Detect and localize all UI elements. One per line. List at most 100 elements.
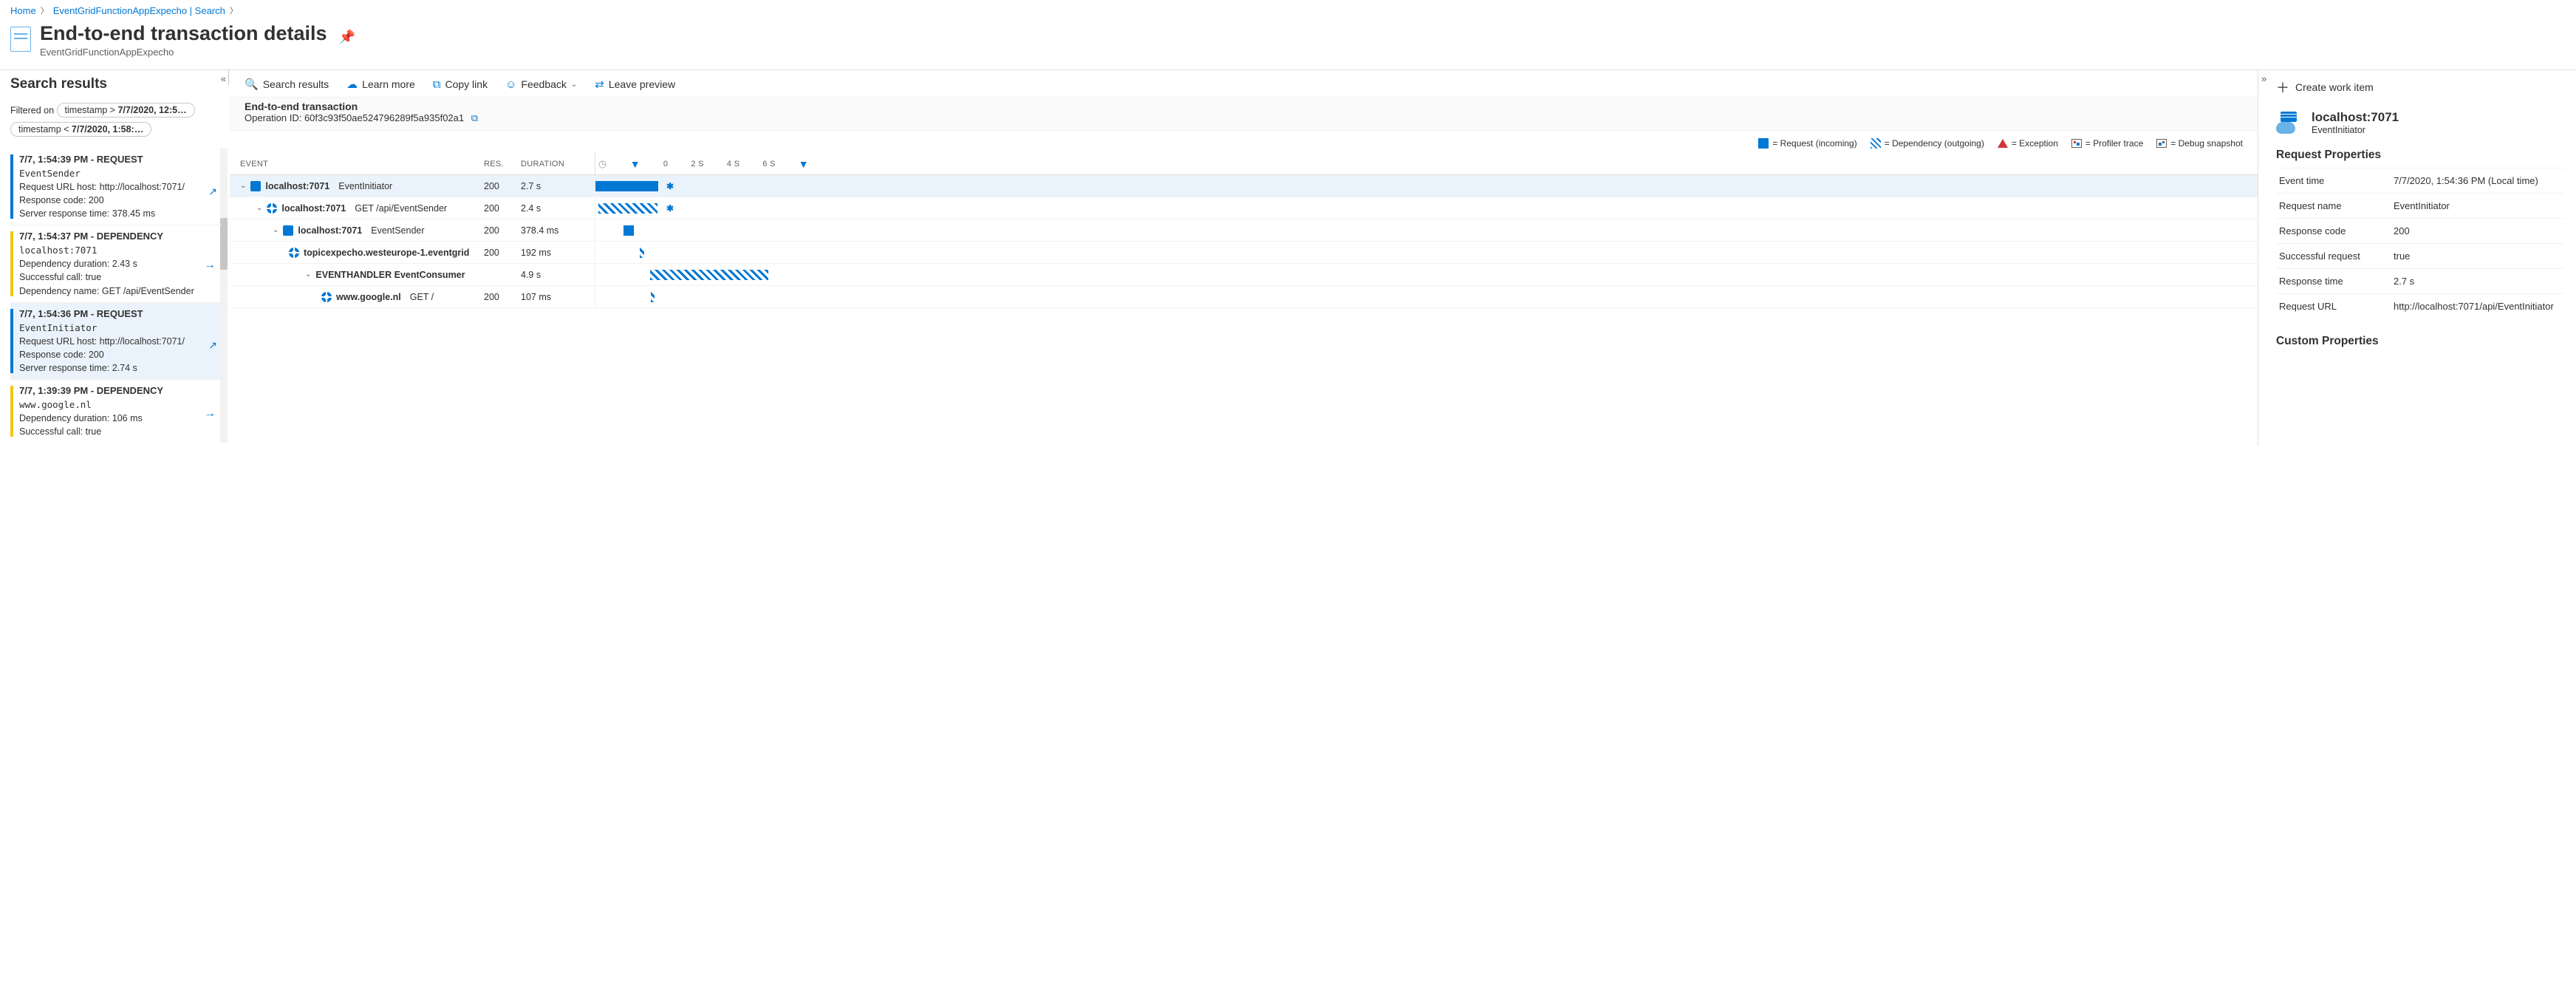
duration-cell: 2.7 s (521, 181, 595, 191)
pin-small-icon[interactable]: ↗ (208, 184, 217, 199)
result-meta-value: 378.45 ms (112, 208, 155, 219)
chevron-down-icon[interactable]: ⌄ (256, 204, 262, 212)
event-host: localhost:7071 (298, 225, 362, 236)
toolbar-copy-link[interactable]: ⧉ Copy link (433, 78, 488, 91)
event-cell: ⌄localhost:7071EventInitiator (240, 181, 484, 191)
dependency-bar (651, 292, 655, 302)
collapse-marker-icon[interactable]: ✱ (666, 203, 674, 214)
event-host: www.google.nl (336, 292, 401, 302)
toolbar-feedback[interactable]: ☺ Feedback ⌄ (505, 78, 577, 91)
search-result-item[interactable]: 7/7, 1:54:39 PM - REQUESTEventSenderRequ… (10, 149, 222, 225)
toolbar-leave-preview[interactable]: ⇄ Leave preview (595, 78, 675, 91)
transaction-title: End-to-end transaction (245, 100, 2243, 112)
globe-icon (289, 248, 299, 258)
chevron-down-icon: ⌄ (571, 81, 577, 89)
open-icon[interactable]: → (204, 405, 216, 422)
result-meta-label: Request URL host: (19, 336, 100, 347)
breadcrumb-home[interactable]: Home (10, 5, 36, 16)
timeline-row[interactable]: ⌄EVENTHANDLER EventConsumer4.9 s (230, 264, 2258, 286)
filter-icon[interactable]: ▼ (630, 158, 640, 170)
collapse-left-icon[interactable]: « (221, 73, 226, 84)
dependency-bar (598, 203, 657, 214)
open-icon[interactable]: → (204, 256, 216, 273)
tick: 6 S (762, 160, 775, 168)
timeline-row[interactable]: ⌄localhost:7071EventInitiator2002.7 s ✱ (230, 175, 2258, 197)
event-operation: GET / (410, 292, 434, 302)
duration-cell: 107 ms (521, 292, 595, 302)
toolbar-learn-more[interactable]: ☁ Learn more (346, 78, 415, 91)
legend-exception-icon (1998, 139, 2008, 148)
tick: 0 (663, 160, 668, 168)
property-row: Successful requesttrue (2276, 244, 2564, 269)
copy-operation-id-icon[interactable]: ⧉ (471, 112, 478, 123)
result-title: 7/7, 1:54:36 PM - REQUEST (19, 307, 219, 321)
property-row: Response time2.7 s (2276, 269, 2564, 294)
pin-icon[interactable]: 📌 (339, 30, 355, 45)
result-color-bar (10, 309, 13, 373)
details-title: localhost:7071 EventInitiator (2276, 110, 2564, 135)
transaction-header: End-to-end transaction Operation ID: 60f… (230, 97, 2258, 131)
result-meta-value: GET /api/EventSender (102, 286, 194, 296)
property-row: Response code200 (2276, 219, 2564, 244)
filtered-on-label: Filtered on (10, 105, 54, 115)
property-value: 2.7 s (2391, 269, 2564, 294)
search-result-item[interactable]: 7/7, 1:39:39 PM - DEPENDENCYwww.google.n… (10, 379, 222, 443)
toolbar-search-results[interactable]: 🔍 Search results (245, 78, 329, 91)
event-cell: ⌄localhost:7071GET /api/EventSender (240, 203, 484, 214)
timeline-row[interactable]: www.google.nl GET / 200107 ms (230, 286, 2258, 308)
copy-icon: ⧉ (433, 78, 441, 91)
timeline-row[interactable]: ⌄localhost:7071GET /api/EventSender2002.… (230, 197, 2258, 219)
server-icon (250, 181, 261, 191)
property-row: Request URLhttp://localhost:7071/api/Eve… (2276, 294, 2564, 319)
res-cell: 200 (484, 181, 521, 191)
result-meta-label: Request URL host: (19, 182, 100, 192)
chevron-down-icon[interactable]: ⌄ (273, 226, 279, 234)
result-meta-value: 200 (89, 350, 104, 360)
chevron-down-icon[interactable]: ⌄ (240, 182, 246, 190)
expand-right-icon[interactable]: » (2261, 73, 2266, 84)
result-color-bar (10, 154, 13, 219)
sidebar-right: » ＋ Create work item localhost:7071 Even… (2258, 70, 2576, 446)
filter-pill[interactable]: timestamp < 7/7/2020, 1:58:… (10, 122, 151, 137)
property-value: true (2391, 244, 2564, 269)
timeline-cell: ✱ (595, 175, 809, 197)
details-host: localhost:7071 (2312, 110, 2399, 125)
chevron-down-icon[interactable]: ⌄ (305, 270, 311, 279)
res-cell: 200 (484, 292, 521, 302)
col-event: EVENT (240, 160, 484, 168)
pin-small-icon[interactable]: ↗ (208, 338, 217, 352)
filter-pill[interactable]: timestamp > 7/7/2020, 12:5… (57, 103, 195, 117)
search-result-item[interactable]: 7/7, 1:54:36 PM - REQUESTEventInitiatorR… (10, 302, 222, 379)
result-color-bar (10, 386, 13, 437)
create-work-item-button[interactable]: ＋ Create work item (2276, 78, 2564, 97)
timeline-header: ◷ ▼ 0 2 S 4 S 6 S ▼ (595, 153, 809, 174)
result-meta-value: http://localhost:7071/ (100, 336, 185, 347)
result-meta-label: Server response time: (19, 363, 112, 373)
res-cell: 200 (484, 225, 521, 236)
timeline-row[interactable]: topicexpecho.westeurope-1.eventgrid20019… (230, 242, 2258, 264)
result-meta-label: Server response time: (19, 208, 112, 219)
main-layout: « Search results Filtered on timestamp >… (0, 69, 2576, 446)
search-result-item[interactable]: 7/7, 1:54:37 PM - DEPENDENCYlocalhost:70… (10, 225, 222, 302)
legend-profiler-label: = Profiler trace (2085, 138, 2143, 149)
filter-icon[interactable]: ▼ (799, 158, 809, 170)
timeline-row[interactable]: ⌄localhost:7071EventSender200378.4 ms (230, 219, 2258, 242)
result-meta-value: 200 (89, 195, 104, 205)
operation-id-value: 60f3c93f50ae524796289f5a935f02a1 (304, 112, 464, 123)
legend-profiler-icon (2071, 139, 2082, 148)
result-meta-label: Response code: (19, 195, 89, 205)
toolbar: 🔍 Search results ☁ Learn more ⧉ Copy lin… (230, 70, 2258, 97)
timeline-cell (595, 242, 809, 263)
breadcrumb-item[interactable]: EventGridFunctionAppExpecho | Search (53, 5, 225, 16)
plus-icon: ＋ (2276, 78, 2289, 97)
filter-row: Filtered on timestamp > 7/7/2020, 12:5… … (10, 101, 222, 140)
timeline-cell: ✱ (595, 197, 809, 219)
center-panel: 🔍 Search results ☁ Learn more ⧉ Copy lin… (229, 70, 2258, 446)
operation-id-label: Operation ID: (245, 112, 301, 123)
result-meta-label: Dependency duration: (19, 413, 112, 423)
result-title: 7/7, 1:39:39 PM - DEPENDENCY (19, 384, 219, 398)
collapse-marker-icon[interactable]: ✱ (666, 181, 674, 191)
result-meta-label: Dependency name: (19, 286, 102, 296)
request-properties-title: Request Properties (2276, 149, 2564, 162)
tick: 2 S (691, 160, 703, 168)
